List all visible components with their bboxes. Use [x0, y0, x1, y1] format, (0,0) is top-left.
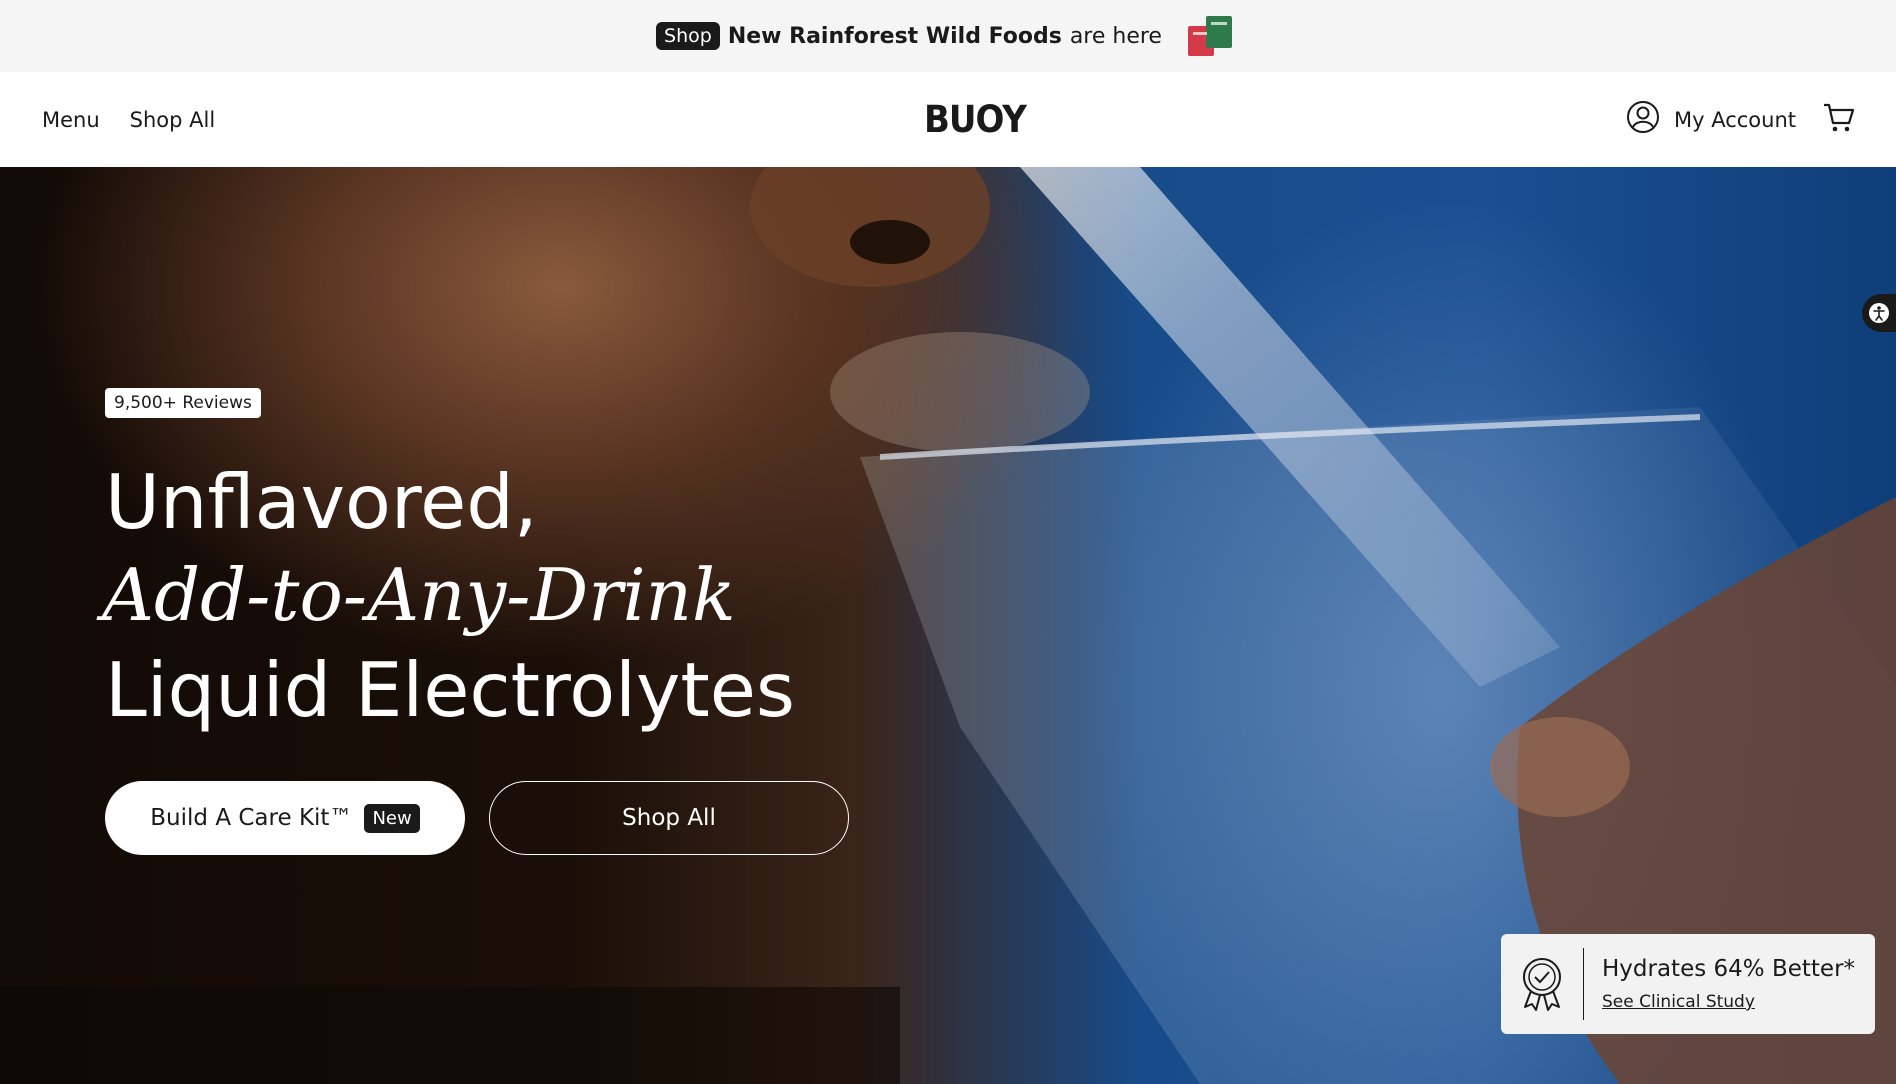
nav-right: My Account [1626, 72, 1856, 167]
claim-text: Hydrates 64% Better* See Clinical Study [1602, 956, 1855, 1012]
announcement-highlight[interactable]: New Rainforest Wild Foods [728, 24, 1062, 49]
accessibility-icon[interactable] [1862, 294, 1896, 332]
build-care-kit-button[interactable]: Build A Care Kit™ New [105, 781, 465, 855]
buoy-logo[interactable]: BUOY [924, 98, 1027, 142]
award-ribbon-icon [1501, 955, 1583, 1013]
shop-all-button-label: Shop All [622, 805, 716, 831]
claim-divider [1583, 948, 1584, 1020]
clinical-study-link[interactable]: See Clinical Study [1602, 992, 1755, 1012]
hero-section: 9,500+ Reviews Unflavored, Add-to-Any-Dr… [0, 167, 1896, 1084]
nav-left: Menu Shop All [42, 72, 215, 167]
shop-all-button[interactable]: Shop All [489, 781, 849, 855]
user-circle-icon[interactable] [1626, 100, 1660, 139]
claim-title: Hydrates 64% Better* [1602, 956, 1856, 982]
site-header: Menu Shop All BUOY My Account [0, 72, 1896, 167]
shop-all-link[interactable]: Shop All [130, 108, 216, 132]
clinical-claim-card[interactable]: Hydrates 64% Better* See Clinical Study [1501, 934, 1875, 1034]
my-account-link[interactable]: My Account [1674, 108, 1796, 132]
menu-link[interactable]: Menu [42, 108, 100, 132]
cart-icon[interactable] [1822, 100, 1856, 139]
new-tag: New [364, 803, 420, 833]
build-care-kit-label: Build A Care Kit™ [150, 805, 353, 831]
announcement-bar[interactable]: Shop New Rainforest Wild Foods are here [0, 0, 1896, 72]
hero-headline-line1: Unflavored, [105, 458, 538, 546]
product-packs-image [1184, 14, 1240, 58]
hero-headline-line2: Add-to-Any-Drink [102, 553, 736, 637]
reviews-badge: 9,500+ Reviews [105, 388, 261, 418]
hero-headline-line3: Liquid Electrolytes [105, 646, 795, 734]
shop-badge[interactable]: Shop [656, 22, 720, 50]
announcement-text: are here [1069, 23, 1162, 49]
